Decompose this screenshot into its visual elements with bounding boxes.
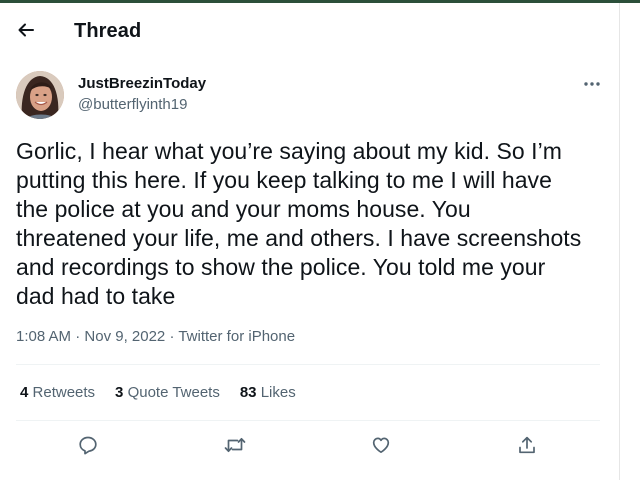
reply-button[interactable] xyxy=(71,428,105,462)
tweet-text: Gorlic, I hear what you’re saying about … xyxy=(16,138,582,309)
tweet-date[interactable]: Nov 9, 2022 xyxy=(84,328,165,345)
tweet-stats: 4 Retweets 3 Quote Tweets 83 Likes xyxy=(20,384,296,401)
column-border xyxy=(619,3,620,480)
tweet-actions xyxy=(0,428,620,462)
retweet-button[interactable] xyxy=(218,428,252,462)
window-top-edge xyxy=(0,0,640,3)
tweet-detail-page: Thread JustBreezinToday @butterflyinth19 xyxy=(0,0,640,480)
arrow-left-icon xyxy=(18,23,34,37)
like-button[interactable] xyxy=(364,428,398,462)
retweet-icon xyxy=(224,437,246,453)
divider xyxy=(16,364,600,365)
retweets-count: 4 xyxy=(20,384,29,401)
author-handle[interactable]: @butterflyinth19 xyxy=(78,96,187,113)
retweets-stat[interactable]: 4 Retweets xyxy=(20,384,95,401)
share-icon xyxy=(519,436,535,454)
avatar[interactable] xyxy=(16,71,64,119)
tweet-time[interactable]: 1:08 AM xyxy=(16,328,71,345)
reply-icon xyxy=(79,436,97,455)
likes-label: Likes xyxy=(260,384,296,401)
share-button[interactable] xyxy=(510,428,544,462)
tweet-source[interactable]: Twitter for iPhone xyxy=(178,328,295,345)
likes-count: 83 xyxy=(239,384,257,401)
more-options-button[interactable] xyxy=(578,72,606,96)
meta-separator: · xyxy=(165,328,179,345)
thread-header: Thread xyxy=(0,10,620,54)
more-dots-icon xyxy=(584,82,600,86)
back-button[interactable] xyxy=(12,16,40,44)
like-icon xyxy=(372,437,390,454)
quote-tweets-stat[interactable]: 3 Quote Tweets xyxy=(115,384,220,401)
divider xyxy=(16,420,600,421)
meta-separator: · xyxy=(71,328,85,345)
avatar-photo xyxy=(16,71,64,119)
retweets-label: Retweets xyxy=(32,384,96,401)
likes-stat[interactable]: 83 Likes xyxy=(240,384,296,401)
author-name[interactable]: JustBreezinToday xyxy=(78,75,206,92)
quotes-label: Quote Tweets xyxy=(127,384,220,401)
page-title: Thread xyxy=(74,20,142,42)
tweet-meta: 1:08 AM · Nov 9, 2022 · Twitter for iPho… xyxy=(16,328,295,345)
quotes-count: 3 xyxy=(115,384,124,401)
